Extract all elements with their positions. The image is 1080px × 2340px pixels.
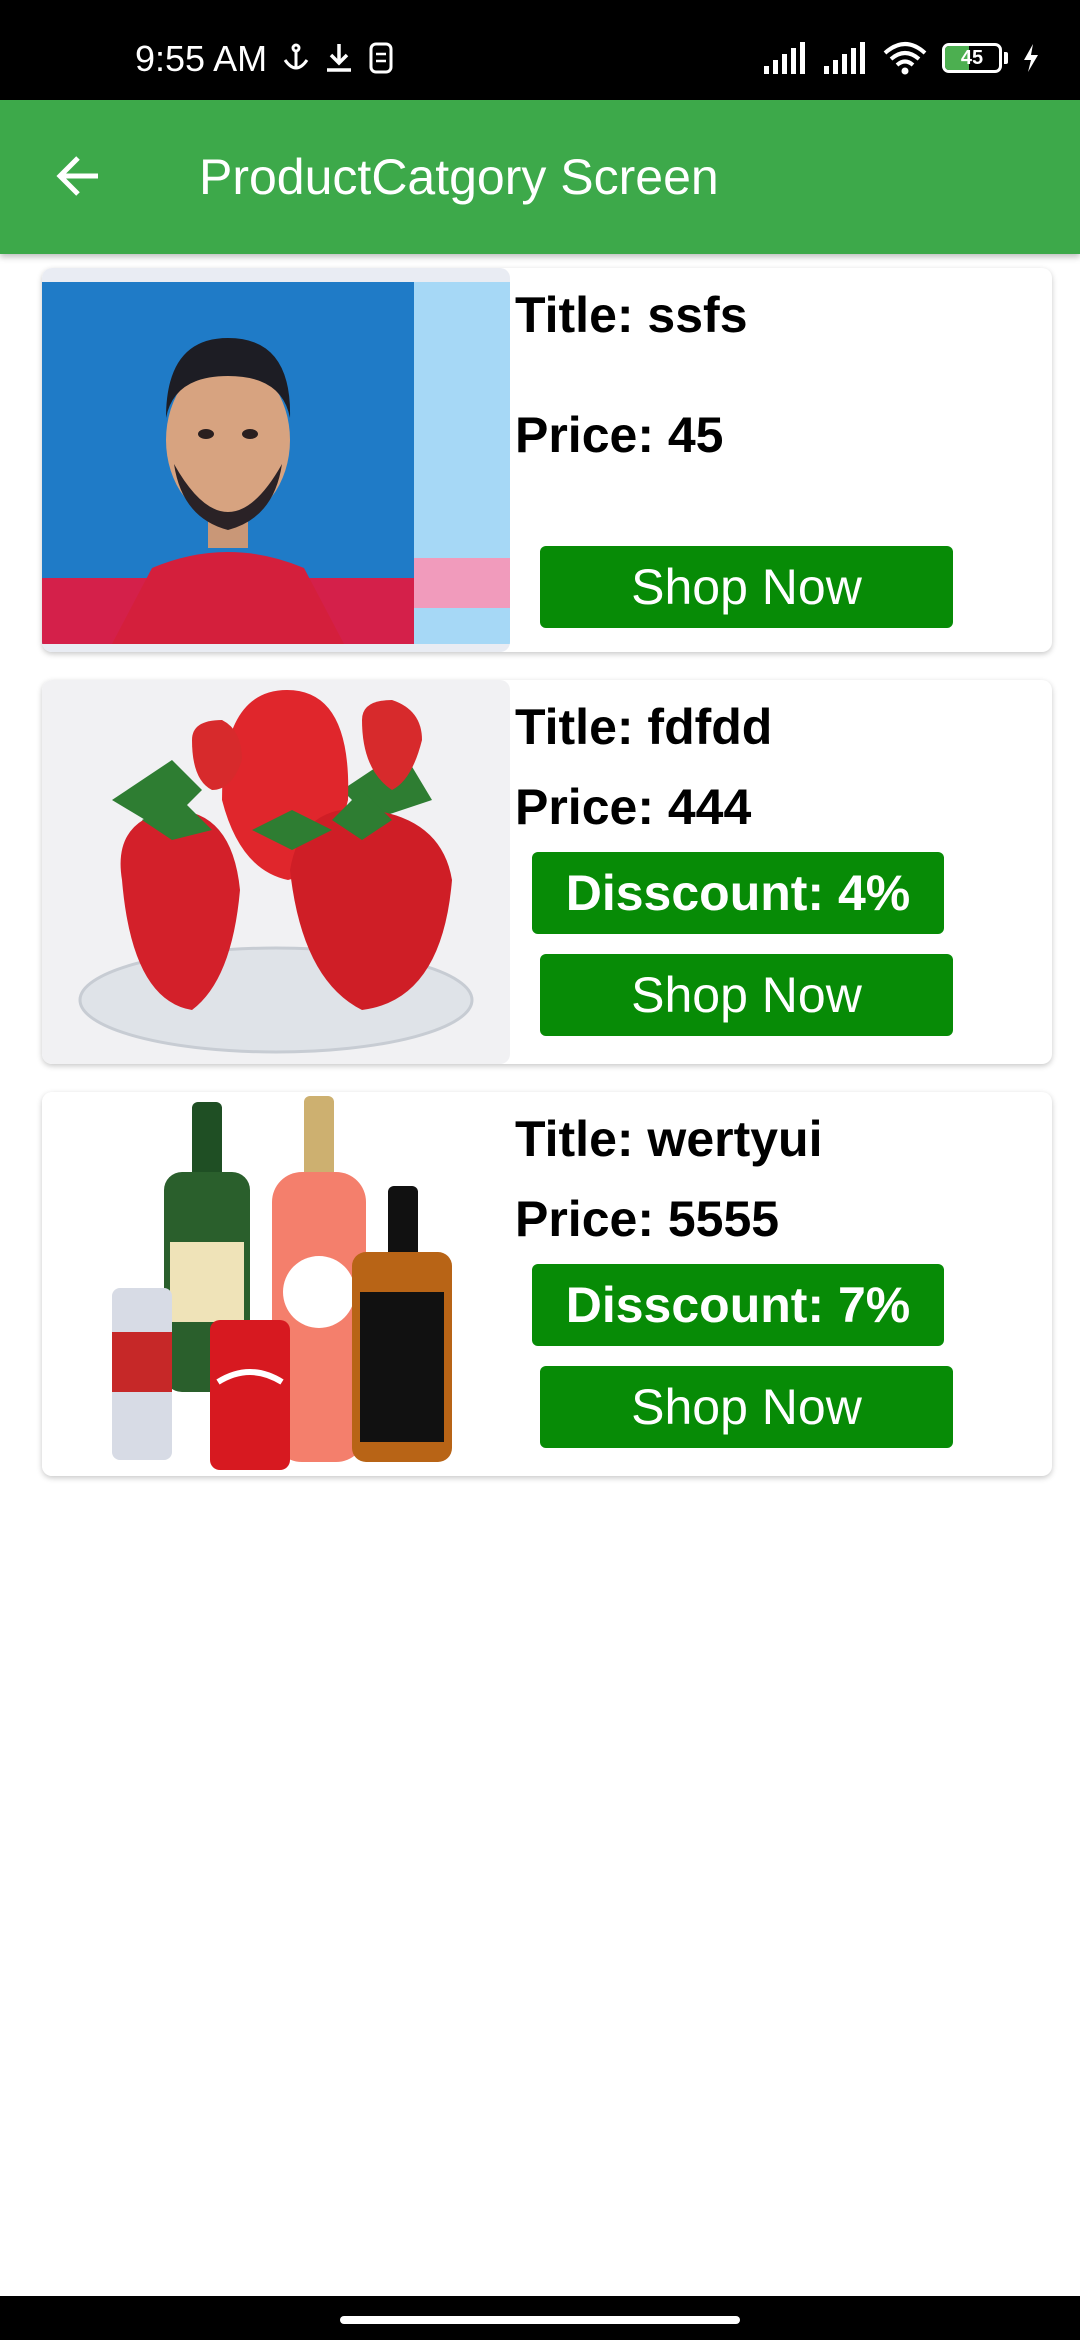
product-image-drinks [42,1092,510,1476]
back-button[interactable] [48,146,108,206]
product-price: Price: 45 [515,407,724,463]
product-title: Title: ssfs [515,287,748,343]
product-image-strawberries [42,680,510,1064]
charging-icon [1024,44,1038,72]
battery-level: 45 [960,47,984,69]
discount-badge: Disscount: 4% [532,852,944,934]
shop-now-button[interactable]: Shop Now [540,546,953,628]
product-title: Title: wertyui [515,1111,823,1167]
download-icon [327,44,351,72]
product-title: Title: fdfdd [515,699,773,755]
status-time: 9:55 AM [135,38,268,79]
sim-icon [369,42,393,74]
status-bar: 9:55 AM 45 [0,0,1080,100]
signal-icon [824,42,865,74]
arrow-left-icon [56,156,98,196]
shop-now-button[interactable]: Shop Now [540,954,953,1036]
status-icons-left [282,40,394,76]
page-title: ProductCatgory Screen [199,149,719,205]
product-card[interactable]: Title: wertyui Price: 5555 Disscount: 7%… [42,1092,1052,1476]
signal-icon [764,42,805,74]
navigation-bar [0,2296,1080,2340]
product-price: Price: 444 [515,779,752,835]
product-price: Price: 5555 [515,1191,780,1247]
discount-badge: Disscount: 7% [532,1264,944,1346]
battery-icon: 45 [942,43,1008,73]
app-bar: ProductCatgory Screen [0,100,1080,254]
status-icons-right: 45 [762,40,1040,76]
product-card[interactable]: Title: fdfdd Price: 444 Disscount: 4% Sh… [42,680,1052,1064]
wifi-icon [883,42,927,75]
product-card[interactable]: Title: ssfs Price: 45 Shop Now [42,268,1052,652]
anchor-icon [283,43,309,70]
shop-now-button[interactable]: Shop Now [540,1366,953,1448]
home-indicator[interactable] [340,2316,740,2324]
product-image-person [42,268,510,652]
